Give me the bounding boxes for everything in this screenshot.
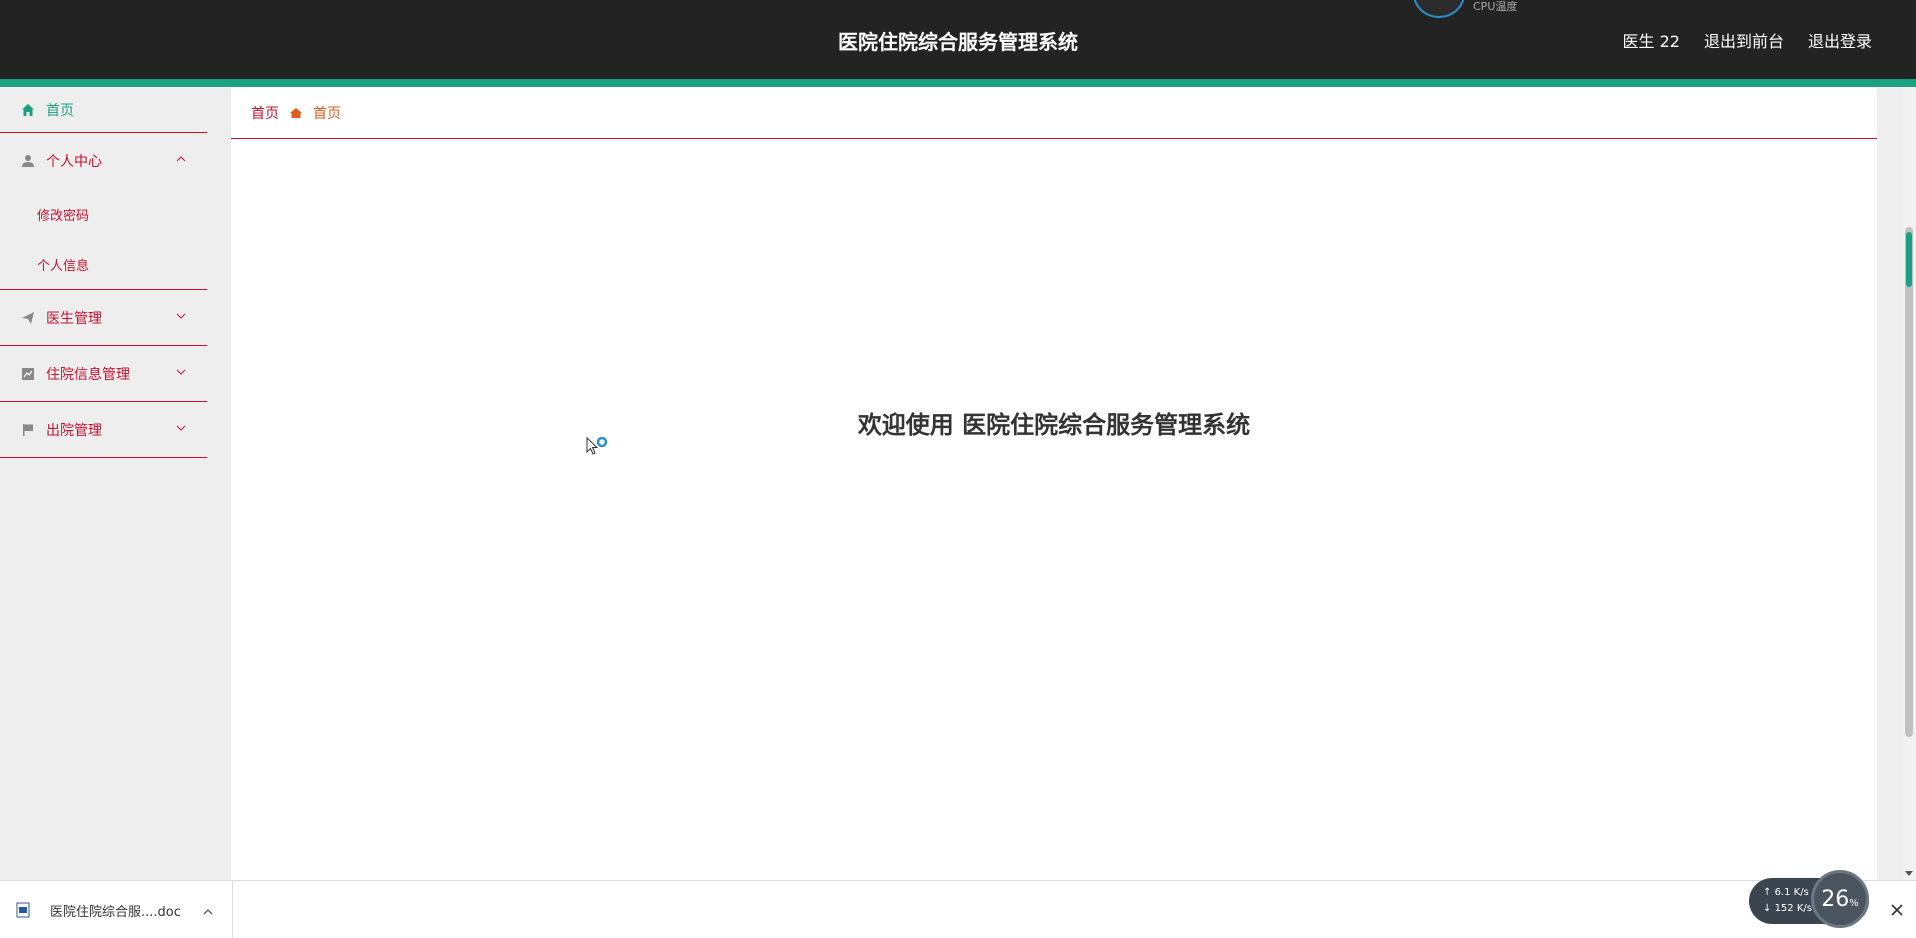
scrollbar-thumb[interactable] [1905, 227, 1913, 737]
usage-percent-unit: % [1849, 897, 1859, 909]
top-links: 医生 22 退出到前台 退出登录 [1623, 28, 1872, 52]
sidebar-item-label: 医生管理 [46, 310, 102, 327]
chevron-down-icon [175, 310, 187, 322]
logout-link[interactable]: 退出登录 [1808, 28, 1872, 52]
sidebar: 首页 个人中心 修改密码 个人信息 医生管理 住院信息管理 出院管理 [0, 87, 207, 880]
back-to-front-link[interactable]: 退出到前台 [1704, 28, 1784, 52]
send-icon [20, 310, 36, 326]
header-accent-bar [0, 79, 1916, 87]
sidebar-item-personal-info[interactable]: 个人信息 [0, 239, 207, 289]
sidebar-item-personal-center[interactable]: 个人中心 [0, 133, 207, 189]
chevron-down-icon [175, 366, 187, 378]
chevron-down-icon [175, 422, 187, 434]
sidebar-item-discharge-management[interactable]: 出院管理 [0, 402, 207, 458]
close-icon[interactable] [1888, 901, 1906, 919]
page-scrollbar[interactable] [1902, 87, 1916, 880]
submenu-personal-center: 修改密码 个人信息 [0, 189, 207, 290]
top-header: CPU温度 医院住院综合服务管理系统 医生 22 退出到前台 退出登录 [0, 0, 1916, 79]
usage-percent-gauge[interactable]: 26% [1811, 870, 1869, 928]
sidebar-item-label: 出院管理 [46, 422, 102, 439]
busy-cursor-icon [586, 436, 610, 461]
chevron-up-icon[interactable] [202, 903, 214, 915]
upload-speed: ↑ 6.1 K/s [1763, 887, 1809, 898]
cpu-gauge [1413, 0, 1465, 18]
document-icon [16, 902, 30, 918]
chart-icon [20, 366, 36, 382]
breadcrumb-current: 首页 [313, 105, 341, 122]
download-file-name: 医院住院综合服....doc [50, 904, 181, 920]
sidebar-item-label: 住院信息管理 [46, 366, 130, 383]
sidebar-item-home[interactable]: 首页 [0, 87, 207, 133]
scroll-down-icon[interactable] [1905, 871, 1913, 876]
main-content: 首页 首页 欢迎使用 医院住院综合服务管理系统 [231, 87, 1877, 880]
current-user[interactable]: 医生 22 [1623, 28, 1680, 52]
breadcrumb: 首页 首页 [231, 87, 1877, 139]
sidebar-item-label: 个人中心 [46, 154, 102, 170]
cpu-label: CPU温度 [1473, 0, 1518, 13]
flag-icon [20, 422, 36, 438]
chevron-up-icon [175, 153, 187, 165]
usage-percent-value: 26 [1821, 886, 1850, 912]
download-speed: ↓ 152 K/s [1763, 903, 1812, 914]
welcome-heading: 欢迎使用 医院住院综合服务管理系统 [857, 411, 1251, 439]
scrollbar-marker [1906, 232, 1912, 287]
sidebar-item-inpatient-info[interactable]: 住院信息管理 [0, 346, 207, 402]
sidebar-item-change-password[interactable]: 修改密码 [0, 189, 207, 239]
sidebar-item-doctor-management[interactable]: 医生管理 [0, 290, 207, 346]
home-icon [289, 106, 303, 120]
download-bar: 医院住院综合服....doc [0, 880, 1916, 938]
user-icon [20, 153, 36, 169]
network-speeds: ↑ 6.1 K/s ↓ 152 K/s [1763, 885, 1812, 917]
sidebar-item-label: 首页 [46, 102, 74, 119]
download-item[interactable]: 医院住院综合服....doc [0, 881, 233, 938]
home-icon [20, 102, 36, 118]
breadcrumb-home-link[interactable]: 首页 [251, 103, 279, 123]
